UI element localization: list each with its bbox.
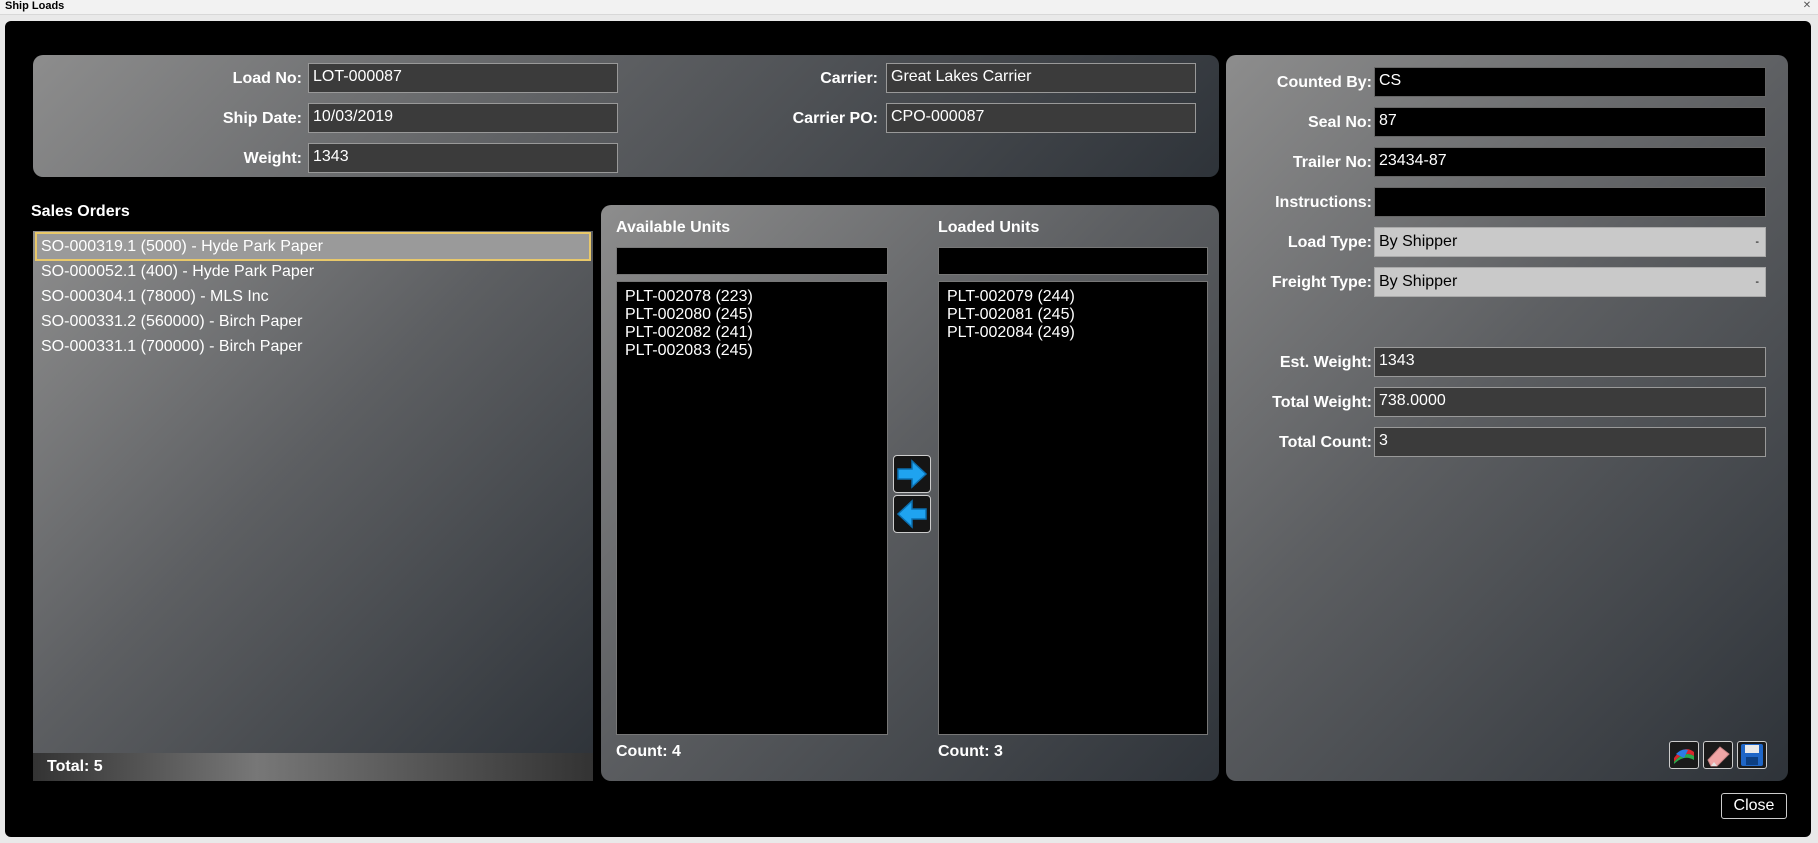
loaded-units-filter[interactable] <box>938 247 1208 275</box>
available-units-title: Available Units <box>616 219 731 236</box>
report-icon <box>1674 749 1694 764</box>
clear-button[interactable] <box>1703 741 1733 769</box>
loaded-unit-item[interactable]: PLT-002079 (244) <box>939 288 1207 306</box>
carrier-label: Carrier: <box>820 70 878 87</box>
sales-order-item[interactable]: SO-000052.1 (400) - Hyde Park Paper <box>37 259 589 284</box>
weight-label: Weight: <box>243 150 302 167</box>
est-weight-label: Est. Weight: <box>1279 354 1372 371</box>
save-icon <box>1741 744 1763 766</box>
freight-type-label: Freight Type: <box>1271 274 1372 291</box>
instructions-field[interactable] <box>1374 187 1766 217</box>
carrier-field[interactable]: Great Lakes Carrier <box>886 63 1196 93</box>
seal-no-label: Seal No: <box>1307 114 1372 131</box>
sales-orders-title: Sales Orders <box>31 203 130 220</box>
freight-type-value: By Shipper <box>1379 273 1458 290</box>
available-units-list: PLT-002078 (223) PLT-002080 (245) PLT-00… <box>616 281 888 735</box>
load-header-panel: Load No: LOT-000087 Ship Date: 10/03/201… <box>33 55 1219 177</box>
total-weight-label: Total Weight: <box>1272 394 1372 411</box>
loaded-units-title: Loaded Units <box>938 219 1040 236</box>
est-weight-field[interactable]: 1343 <box>1374 347 1766 377</box>
available-unit-item[interactable]: PLT-002083 (245) <box>617 342 887 360</box>
loaded-unit-item[interactable]: PLT-002081 (245) <box>939 306 1207 324</box>
window-titlebar: Ship Loads ✕ <box>0 0 1818 15</box>
chevron-down-icon: - <box>1755 276 1759 288</box>
loaded-units-count: Count: 3 <box>938 743 1003 760</box>
trailer-no-label: Trailer No: <box>1292 154 1372 171</box>
available-units-filter[interactable] <box>616 247 888 275</box>
load-details-panel: Counted By: CS Seal No: 87 Trailer No: 2… <box>1226 55 1788 781</box>
loaded-unit-item[interactable]: PLT-002084 (249) <box>939 324 1207 342</box>
available-unit-item[interactable]: PLT-002082 (241) <box>617 324 887 342</box>
carrier-po-field[interactable]: CPO-000087 <box>886 103 1196 133</box>
chevron-down-icon: - <box>1755 236 1759 248</box>
load-type-select[interactable]: By Shipper - <box>1374 227 1766 257</box>
sales-orders-total: Total: 5 <box>33 753 593 781</box>
counted-by-label: Counted By: <box>1276 74 1372 91</box>
loaded-units-list: PLT-002079 (244) PLT-002081 (245) PLT-00… <box>938 281 1208 735</box>
total-count-field[interactable]: 3 <box>1374 427 1766 457</box>
window-close-icon[interactable]: ✕ <box>1802 1 1812 11</box>
move-to-available-button[interactable] <box>893 495 931 533</box>
counted-by-field[interactable]: CS <box>1374 67 1766 97</box>
ship-date-field[interactable]: 10/03/2019 <box>308 103 618 133</box>
sales-orders-panel: SO-000319.1 (5000) - Hyde Park Paper SO-… <box>33 231 593 766</box>
available-unit-item[interactable]: PLT-002078 (223) <box>617 288 887 306</box>
eraser-icon <box>1707 746 1730 767</box>
move-to-loaded-button[interactable] <box>893 455 931 493</box>
trailer-no-field[interactable]: 23434-87 <box>1374 147 1766 177</box>
instructions-label: Instructions: <box>1275 194 1372 211</box>
units-panel: Available Units PLT-002078 (223) PLT-002… <box>601 205 1219 781</box>
seal-no-field[interactable]: 87 <box>1374 107 1766 137</box>
arrow-left-icon <box>896 499 927 529</box>
load-no-field[interactable]: LOT-000087 <box>308 63 618 93</box>
ship-loads-dialog: Load No: LOT-000087 Ship Date: 10/03/201… <box>5 21 1811 837</box>
close-button[interactable]: Close <box>1721 793 1787 819</box>
sales-orders-list: SO-000319.1 (5000) - Hyde Park Paper SO-… <box>35 232 591 359</box>
arrow-right-icon <box>897 459 928 489</box>
save-button[interactable] <box>1737 741 1767 769</box>
ship-date-label: Ship Date: <box>222 110 302 127</box>
available-unit-item[interactable]: PLT-002080 (245) <box>617 306 887 324</box>
load-type-value: By Shipper <box>1379 233 1458 250</box>
available-units-count: Count: 4 <box>616 743 681 760</box>
carrier-po-label: Carrier PO: <box>792 110 878 127</box>
weight-field[interactable]: 1343 <box>308 143 618 173</box>
window-title: Ship Loads <box>5 0 65 12</box>
load-no-label: Load No: <box>232 70 302 87</box>
load-type-label: Load Type: <box>1287 234 1372 251</box>
total-weight-field[interactable]: 738.0000 <box>1374 387 1766 417</box>
total-count-label: Total Count: <box>1278 434 1372 451</box>
sales-order-item[interactable]: SO-000319.1 (5000) - Hyde Park Paper <box>35 232 591 261</box>
sales-order-item[interactable]: SO-000331.2 (560000) - Birch Paper <box>37 309 589 334</box>
report-button[interactable] <box>1669 741 1699 769</box>
sales-order-item[interactable]: SO-000331.1 (700000) - Birch Paper <box>37 334 589 359</box>
sales-order-item[interactable]: SO-000304.1 (78000) - MLS Inc <box>37 284 589 309</box>
freight-type-select[interactable]: By Shipper - <box>1374 267 1766 297</box>
